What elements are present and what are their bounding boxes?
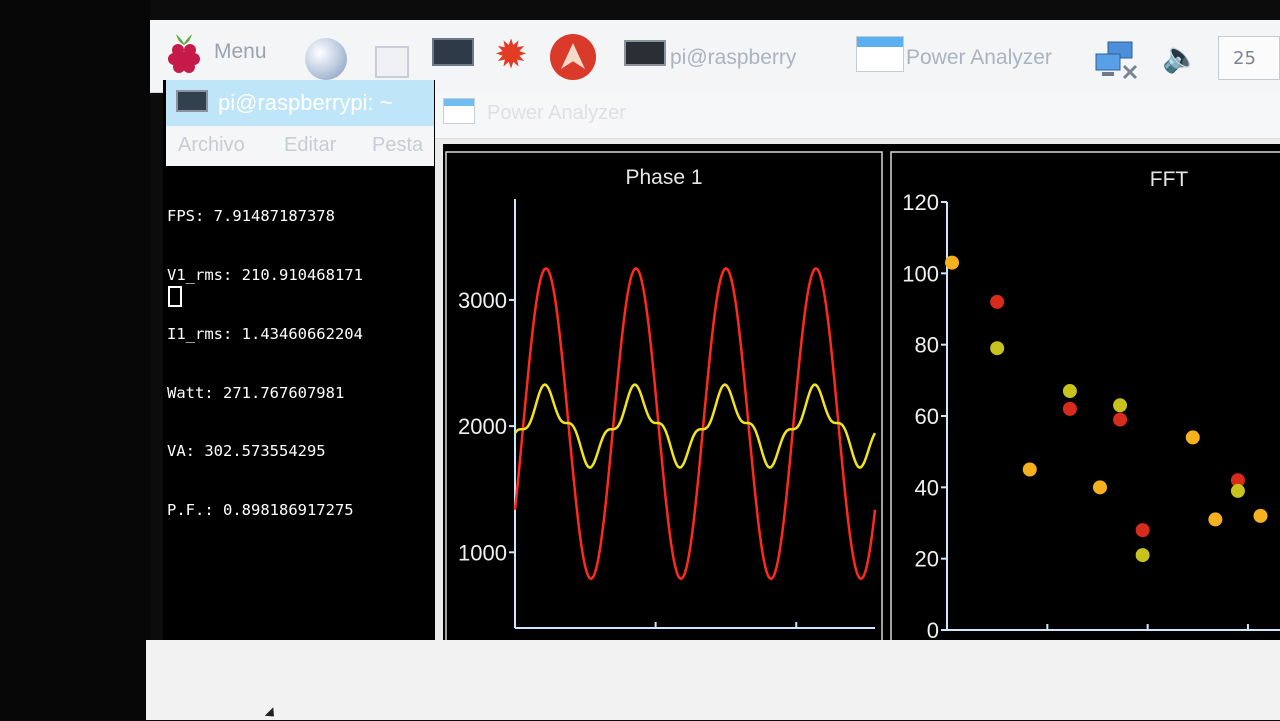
fft-y-tick-label: 100 — [902, 261, 939, 286]
fft-point — [1253, 508, 1268, 523]
monitor-bezel — [0, 0, 150, 720]
volume-icon[interactable]: 🔈 — [1162, 40, 1199, 75]
network-icon[interactable] — [1094, 40, 1140, 80]
analyzer-task-icon[interactable] — [856, 36, 904, 72]
fft-point — [1208, 512, 1223, 527]
mathematica-icon[interactable]: ✹ — [490, 34, 532, 76]
raspberry-logo-icon[interactable] — [166, 30, 202, 74]
analyzer-title-bar[interactable]: Power Analyzer — [435, 92, 1280, 139]
terminal-window-icon — [176, 90, 208, 112]
plot-area: Phase 11000200030000100200FFT02040608010… — [443, 144, 1280, 680]
fft-point — [1230, 483, 1245, 498]
output-va: VA: 302.573554295 — [167, 442, 326, 461]
phase-y-tick-label: 1000 — [458, 540, 507, 565]
fft-point — [990, 341, 1005, 356]
fft-point — [1022, 462, 1037, 477]
analyzer-title: Power Analyzer — [487, 102, 626, 124]
terminal-title: pi@raspberrypi: ~ — [218, 90, 393, 115]
analyzer-task-button[interactable]: Power Analyzer — [906, 46, 1052, 70]
plots-canvas: Phase 11000200030000100200FFT02040608010… — [445, 151, 1280, 665]
terminal-task-button[interactable]: pi@raspberry — [670, 46, 796, 70]
terminal-window[interactable]: pi@raspberrypi: ~ Archivo Editar Pesta F… — [163, 80, 435, 640]
fft-y-tick-label: 40 — [915, 475, 939, 500]
fft-chart-title: FFT — [1150, 168, 1189, 191]
fft-y-tick-label: 80 — [915, 333, 939, 358]
fft-point — [1092, 480, 1107, 495]
output-watt: Watt: 271.767607981 — [167, 383, 345, 402]
output-pf: P.F.: 0.898186917275 — [167, 501, 354, 520]
file-manager-icon[interactable] — [375, 46, 409, 78]
fft-point — [1062, 384, 1077, 399]
cpu-usage-indicator: 25 — [1218, 36, 1280, 80]
fft-chart-frame — [890, 151, 1280, 665]
menu-button-label[interactable]: Menu — [214, 40, 267, 64]
terminal-menu-bar: Archivo Editar Pesta — [166, 126, 434, 166]
fft-point — [1135, 548, 1150, 563]
output-v1-rms: V1_rms: 210.910468171 — [167, 265, 363, 284]
fft-point — [1185, 430, 1200, 445]
fft-y-tick-label: 60 — [915, 404, 939, 429]
phase-chart-frame — [445, 151, 883, 665]
fft-point — [1062, 401, 1077, 416]
fft-point — [1113, 398, 1128, 413]
fft-y-tick-label: 20 — [915, 547, 939, 572]
terminal-cursor — [168, 286, 182, 307]
analyzer-window-icon — [443, 98, 475, 124]
phase-chart-title: Phase 1 — [625, 166, 702, 189]
terminal-launcher-icon[interactable] — [432, 38, 474, 66]
output-i1-rms: I1_rms: 1.43460662204 — [167, 324, 363, 343]
web-browser-icon[interactable] — [305, 38, 347, 80]
wolfram-icon[interactable] — [550, 34, 596, 80]
power-analyzer-window[interactable]: Power Analyzer Phase 1100020003000010020… — [435, 92, 1280, 680]
terminal-title-bar[interactable]: pi@raspberrypi: ~ — [166, 80, 434, 126]
phase-y-tick-label: 3000 — [458, 288, 507, 313]
fft-point — [1113, 412, 1128, 427]
fft-y-tick-label: 120 — [902, 190, 939, 215]
screen-bottom-edge — [146, 640, 1280, 720]
fft-point — [945, 255, 960, 270]
terminal-task-icon[interactable] — [624, 40, 666, 66]
menu-pestanas[interactable]: Pesta — [372, 134, 423, 157]
menu-archivo[interactable]: Archivo — [178, 134, 245, 157]
fft-point — [990, 294, 1005, 309]
terminal-output[interactable]: FPS: 7.91487187378 V1_rms: 210.910468171… — [167, 168, 363, 560]
fft-point — [1135, 523, 1150, 538]
menu-editar[interactable]: Editar — [284, 134, 336, 157]
output-fps: FPS: 7.91487187378 — [167, 207, 335, 226]
phase-y-tick-label: 2000 — [458, 414, 507, 439]
